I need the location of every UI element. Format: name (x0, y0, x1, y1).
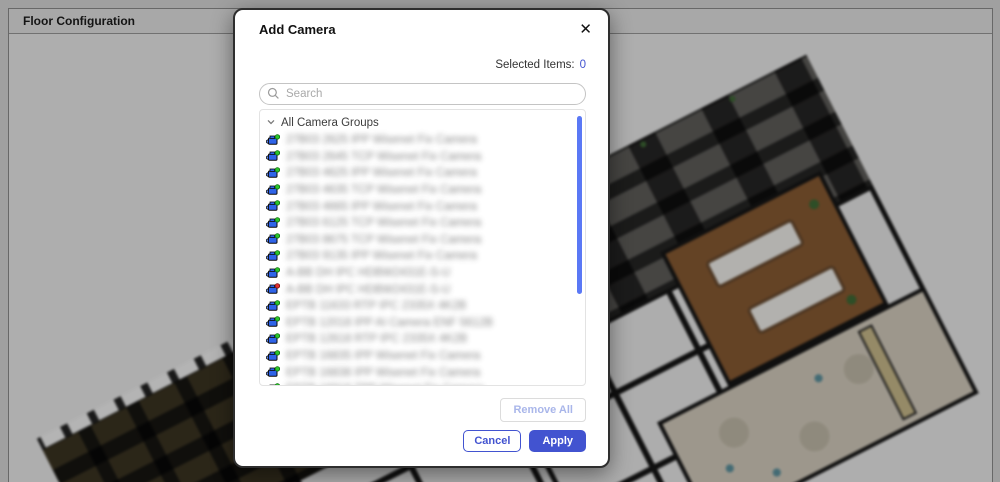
camera-list-item[interactable]: 27B03 4625 IPP Wisenet Fix Camera (266, 165, 575, 182)
selected-items-label: Selected Items: (495, 59, 574, 71)
cancel-button[interactable]: Cancel (463, 430, 521, 452)
camera-icon (266, 267, 280, 280)
camera-tree: All Camera Groups 27B03 2625 IPP Wisenet… (259, 109, 586, 386)
camera-list-item[interactable]: 27B03 2645 TCP Wisenet Fix Camera (266, 149, 575, 166)
camera-name: EPTB 16835 IPP Wisenet Fix Camera (286, 350, 480, 362)
camera-icon (266, 300, 280, 313)
camera-icon (266, 350, 280, 363)
list-scrollbar[interactable] (577, 116, 582, 294)
camera-list-item[interactable]: EPTB 11633 RTP IPC 2335X 4K2B (266, 298, 575, 315)
modal-title: Add Camera (259, 22, 336, 37)
camera-list-item[interactable]: EPTB 16838 IPP Wisenet Fix Camera (266, 364, 575, 381)
camera-list: 27B03 2625 IPP Wisenet Fix Camera 27B03 … (266, 132, 575, 386)
close-icon[interactable]: ✕ (579, 22, 592, 37)
camera-list-item[interactable]: 27B03 8675 TCP Wisenet Fix Camera (266, 232, 575, 249)
camera-list-item[interactable]: 27B03 9135 IPP Wisenet Fix Camera (266, 248, 575, 265)
search-icon (267, 87, 280, 105)
camera-name: 27B03 2625 IPP Wisenet Fix Camera (286, 134, 477, 146)
camera-name: 27B03 2645 TCP Wisenet Fix Camera (286, 151, 481, 163)
camera-list-item[interactable]: 27B03 4665 IPP Wisenet Fix Camera (266, 198, 575, 215)
camera-icon (266, 184, 280, 197)
camera-list-item[interactable]: EPTB 12018 IPP AI Camera ENF 5612B (266, 315, 575, 332)
selected-items-row: Selected Items: 0 (259, 59, 586, 71)
camera-name: 27B03 4665 IPP Wisenet Fix Camera (286, 201, 477, 213)
camera-icon (266, 283, 280, 296)
camera-list-item[interactable]: 27B03 6125 TCP Wisenet Fix Camera (266, 215, 575, 232)
camera-group-label: All Camera Groups (281, 117, 379, 129)
camera-icon (266, 167, 280, 180)
camera-list-item[interactable]: EPTB 12618 RTP IPC 2335X 4K2B (266, 331, 575, 348)
camera-icon (266, 200, 280, 213)
camera-name: 27B03 4625 IPP Wisenet Fix Camera (286, 167, 477, 179)
camera-name: A-BB DH IPC HDBW2431E-S-U (286, 284, 450, 296)
app-window: Floor Configuration (0, 0, 1000, 482)
camera-list-item[interactable]: 27B03 2625 IPP Wisenet Fix Camera (266, 132, 575, 149)
camera-list-item[interactable]: A-BB DH IPC HDBW2431E-S-U (266, 265, 575, 282)
camera-icon (266, 217, 280, 230)
modal-header: Add Camera ✕ (259, 22, 586, 37)
camera-name: EPTB 11633 RTP IPC 2335X 4K2B (286, 300, 466, 312)
camera-icon (266, 134, 280, 147)
camera-name: 27B03 8675 TCP Wisenet Fix Camera (286, 234, 481, 246)
camera-icon (266, 150, 280, 163)
apply-button[interactable]: Apply (529, 430, 586, 452)
remove-all-button[interactable]: Remove All (500, 398, 586, 422)
camera-name: EPTB 16838 IPP Wisenet Fix Camera (286, 367, 480, 379)
search-input[interactable] (259, 83, 586, 105)
camera-name: EPTB 16918 TPP Wisenet Fix Camera (286, 383, 484, 386)
camera-name: 27B03 9135 IPP Wisenet Fix Camera (286, 250, 477, 262)
camera-name: EPTB 12618 RTP IPC 2335X 4K2B (286, 333, 467, 345)
camera-list-item[interactable]: EPTB 16835 IPP Wisenet Fix Camera (266, 348, 575, 365)
camera-icon (266, 233, 280, 246)
camera-icon (266, 250, 280, 263)
camera-name: 27B03 6125 TCP Wisenet Fix Camera (286, 217, 481, 229)
remove-all-row: Remove All (259, 398, 586, 422)
camera-icon (266, 333, 280, 346)
camera-name: EPTB 12018 IPP AI Camera ENF 5612B (286, 317, 493, 329)
camera-name: A-BB DH IPC HDBW2431E-S-U (286, 267, 450, 279)
camera-icon (266, 316, 280, 329)
camera-icon (266, 383, 280, 386)
selected-items-count: 0 (580, 59, 586, 71)
camera-list-item[interactable]: EPTB 16918 TPP Wisenet Fix Camera (266, 381, 575, 386)
modal-footer: Cancel Apply (259, 430, 586, 452)
chevron-down-icon (266, 117, 276, 130)
camera-icon (266, 366, 280, 379)
camera-list-item[interactable]: A-BB DH IPC HDBW2431E-S-U (266, 281, 575, 298)
camera-name: 27B03 4635 TCP Wisenet Fix Camera (286, 184, 481, 196)
camera-list-item[interactable]: 27B03 4635 TCP Wisenet Fix Camera (266, 182, 575, 199)
camera-group-all[interactable]: All Camera Groups (266, 114, 575, 132)
search-box (259, 83, 586, 105)
add-camera-modal: Add Camera ✕ Selected Items: 0 (233, 8, 610, 468)
